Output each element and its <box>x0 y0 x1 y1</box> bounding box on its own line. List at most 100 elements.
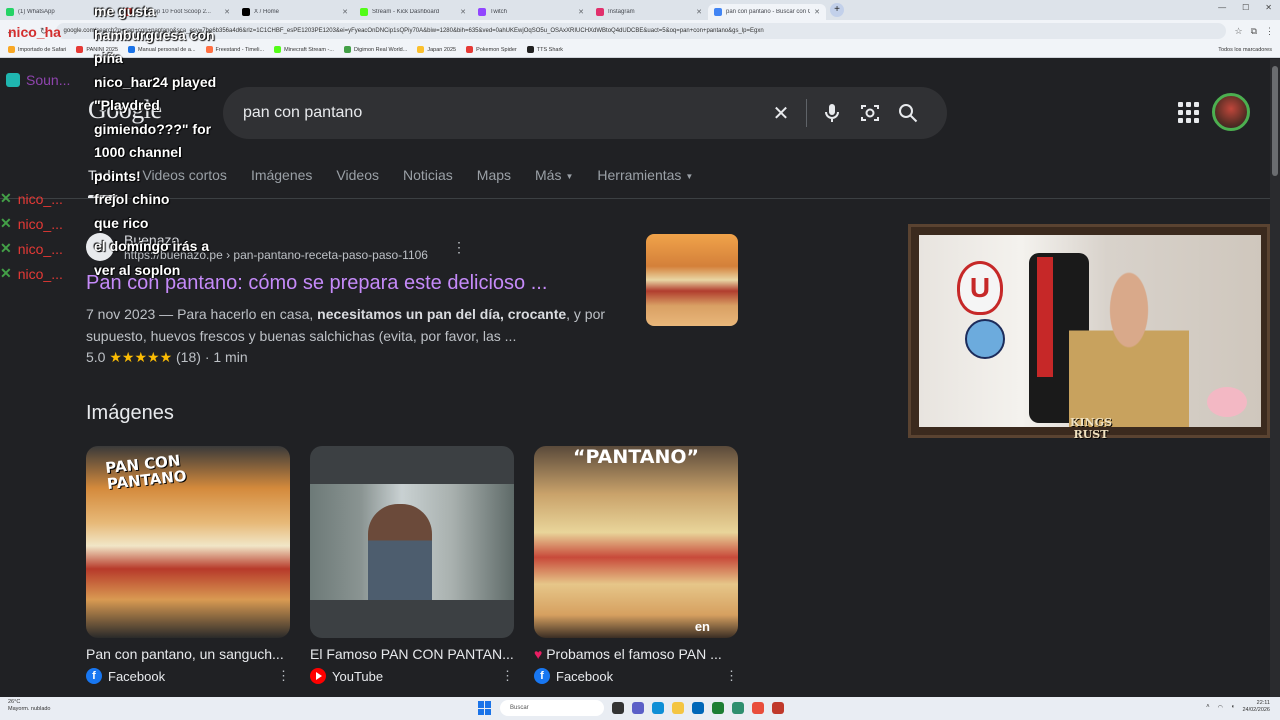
search-tab-label: Imágenes <box>250 167 313 183</box>
facebook-icon: f <box>86 668 102 684</box>
edge-icon[interactable] <box>652 702 664 714</box>
caret-down-icon: ▼ <box>565 172 574 181</box>
weather-desc: Mayorm. nublado <box>8 706 51 712</box>
image-caption[interactable]: El Famoso PAN CON PANTAN... <box>310 646 514 662</box>
all-bookmarks[interactable]: Todos los marcadores <box>1218 47 1272 53</box>
tab-label: X / Home <box>254 8 280 15</box>
search-tab-label: Herramientas <box>597 167 682 183</box>
video-person <box>368 504 432 600</box>
avatar[interactable] <box>1212 93 1250 131</box>
image-caption[interactable]: ♥ Probamos el famoso PAN ... <box>534 646 738 662</box>
taskbar-search[interactable]: Buscar <box>500 700 604 716</box>
bookmark-item[interactable]: Importado de Safari <box>8 46 66 53</box>
bookmark-item[interactable]: TTS Shark <box>526 46 563 53</box>
image-card[interactable]: El Famoso PAN CON PANTAN... YouTube ⋮ <box>310 446 514 684</box>
image-thumbnail[interactable] <box>310 446 514 638</box>
clock[interactable]: 22:11 24/02/2026 <box>1242 700 1270 714</box>
volume-icon[interactable]: ◖ <box>1231 704 1235 710</box>
more-options-icon[interactable]: ⋮ <box>725 668 738 684</box>
overlay-strip: ✕ nico_... <box>0 215 63 232</box>
file-explorer-icon[interactable] <box>672 702 684 714</box>
microphone-icon[interactable] <box>813 94 851 132</box>
tab-close-icon[interactable]: ✕ <box>696 8 702 16</box>
overlay-strip: ✕ nico_... <box>0 240 63 257</box>
search-tab[interactable]: Maps <box>477 164 511 198</box>
more-options-icon[interactable]: ⋮ <box>501 668 514 684</box>
tab-close-icon[interactable]: ✕ <box>342 8 348 16</box>
tab-close-icon[interactable]: ✕ <box>460 8 466 16</box>
image-thumbnail[interactable]: “PANTANO” en <box>534 446 738 638</box>
tab-label: Stream - Kick Dashboard <box>372 8 440 15</box>
store-icon[interactable] <box>692 702 704 714</box>
bookmark-label: Minecraft Stream -... <box>284 46 334 53</box>
more-options-icon[interactable]: ⋮ <box>277 668 290 684</box>
tab-close-icon[interactable]: ✕ <box>578 8 584 16</box>
weather-widget[interactable]: 26°C Mayorm. nublado <box>8 699 51 713</box>
search-input[interactable]: pan con pantano <box>243 104 762 122</box>
search-tab-label: Más <box>535 167 562 183</box>
chair-stripe <box>1037 257 1053 377</box>
excel-icon[interactable] <box>712 702 724 714</box>
maximize-icon[interactable]: ☐ <box>1242 3 1249 12</box>
search-tab[interactable]: Imágenes <box>251 164 312 198</box>
app-icon[interactable] <box>732 702 744 714</box>
clock-time: 22:11 <box>1256 700 1270 706</box>
browser-tab[interactable]: pan con pantano - Buscar con G ✕ <box>708 3 826 20</box>
result-thumbnail[interactable] <box>646 234 738 326</box>
image-source: f Facebook ⋮ <box>534 668 738 684</box>
task-view-icon[interactable] <box>612 702 624 714</box>
youtube-icon <box>310 668 326 684</box>
result-duration: · 1 min <box>204 349 248 365</box>
search-icon[interactable] <box>889 94 927 132</box>
teams-icon[interactable] <box>632 702 644 714</box>
windows-start-icon[interactable] <box>478 701 492 715</box>
google-apps-icon[interactable] <box>1174 98 1202 126</box>
x-icon: ✕ <box>0 215 12 231</box>
extensions-icon[interactable]: ⧉ <box>1251 26 1257 37</box>
chat-line: me gusta <box>94 3 156 19</box>
search-tab[interactable]: Herramientas ▼ <box>597 164 693 198</box>
camera-lens-icon[interactable] <box>851 94 889 132</box>
bookmark-item[interactable]: Minecraft Stream -... <box>274 46 334 53</box>
image-card[interactable]: PAN CON PANTANO Pan con pantano, un sang… <box>86 446 290 684</box>
bookmark-item[interactable]: Pokemon Spider <box>466 46 517 53</box>
manchester-city-badge-icon <box>965 319 1005 359</box>
clear-icon[interactable]: ✕ <box>762 94 800 132</box>
image-corner-text: en <box>694 619 710 634</box>
chat-line: frejol chino <box>94 191 170 207</box>
minimize-icon[interactable]: — <box>1218 3 1226 12</box>
more-options-icon[interactable]: ⋮ <box>452 239 466 256</box>
star-icon[interactable]: ☆ <box>1234 26 1242 37</box>
obs-icon[interactable] <box>772 702 784 714</box>
weather-temp: 26°C <box>8 699 21 705</box>
new-tab-button[interactable]: + <box>830 3 844 17</box>
search-tab[interactable]: Videos <box>336 164 379 198</box>
search-tab[interactable]: Más ▼ <box>535 164 573 198</box>
bookmark-favicon-icon <box>343 46 351 53</box>
browser-tab[interactable]: Stream - Kick Dashboard ✕ <box>354 4 472 20</box>
overlay-username: nico_ha <box>8 24 61 40</box>
image-thumbnail[interactable]: PAN CON PANTANO <box>86 446 290 638</box>
search-box[interactable]: pan con pantano ✕ <box>223 87 947 139</box>
browser-tab[interactable]: X / Home ✕ <box>236 4 354 20</box>
browser-tab[interactable]: Instagram ✕ <box>590 4 708 20</box>
close-icon[interactable]: ✕ <box>1265 3 1272 12</box>
search-tab[interactable]: Noticias <box>403 164 453 198</box>
chat-line: que rico <box>94 214 149 231</box>
image-card[interactable]: “PANTANO” en ♥ Probamos el famoso PAN ..… <box>534 446 738 684</box>
clock-date: 24/02/2026 <box>1242 707 1270 713</box>
tray-chevron-icon[interactable]: ˄ <box>1206 704 1210 710</box>
bookmark-item[interactable]: Digimon Real World... <box>343 46 407 53</box>
bookmark-item[interactable]: Japan 2025 <box>417 46 456 53</box>
tab-favicon-icon <box>6 7 14 16</box>
wifi-icon[interactable]: ◠ <box>1218 704 1223 711</box>
tab-close-icon[interactable]: ✕ <box>814 8 820 16</box>
chat-line: piña <box>94 50 123 66</box>
menu-icon[interactable]: ⋮ <box>1265 26 1274 37</box>
chrome-icon[interactable] <box>752 702 764 714</box>
scrollbar-thumb[interactable] <box>1272 66 1278 176</box>
system-tray: ˄ ◠ ◖ 22:11 24/02/2026 <box>1206 700 1270 714</box>
image-caption[interactable]: Pan con pantano, un sanguch... <box>86 646 290 662</box>
browser-tab[interactable]: Twitch ✕ <box>472 4 590 20</box>
image-caption-text: Probamos el famoso PAN ... <box>546 646 722 662</box>
